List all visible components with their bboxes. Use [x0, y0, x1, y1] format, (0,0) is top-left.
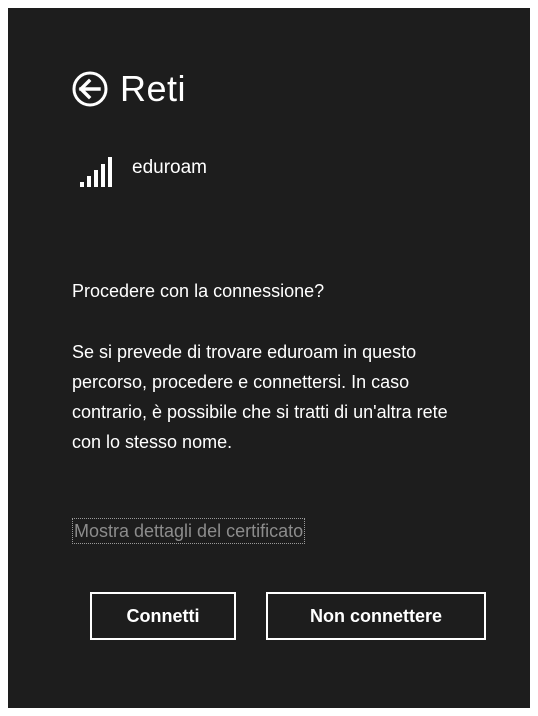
network-ssid: eduroam — [132, 157, 207, 178]
page-title: Reti — [120, 68, 187, 109]
dont-connect-button[interactable]: Non connettere — [266, 592, 486, 640]
network-panel: Reti eduroam Procedere con la connession… — [8, 8, 530, 708]
connect-question: Procedere con la connessione? — [72, 281, 325, 301]
connect-button[interactable]: Connetti — [90, 592, 236, 640]
back-arrow-circle-icon[interactable] — [72, 71, 108, 107]
wifi-signal-bars-icon — [80, 157, 112, 187]
connect-description: Se si prevede di trovare eduroam in ques… — [72, 342, 448, 452]
panel-header: Reti — [72, 68, 186, 110]
show-certificate-link[interactable]: Mostra dettagli del certificato — [72, 518, 306, 544]
network-entry: eduroam — [80, 153, 207, 189]
